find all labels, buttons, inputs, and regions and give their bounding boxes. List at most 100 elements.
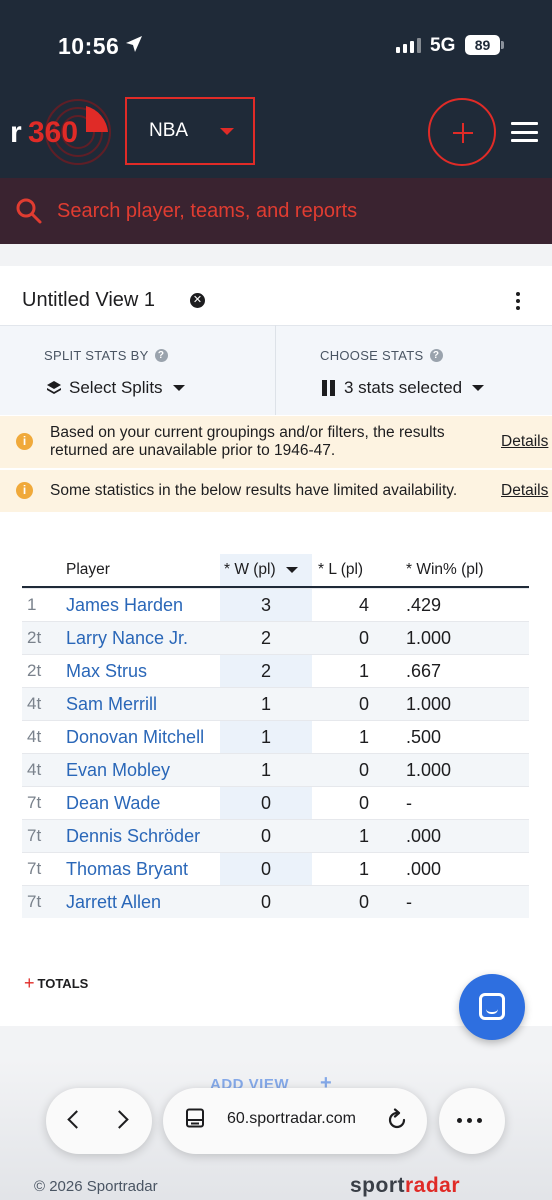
sort-desc-icon — [285, 567, 298, 573]
sportradar-logo: sportradar — [350, 1174, 461, 1197]
player-link[interactable]: Sam Merrill — [66, 688, 157, 720]
stats-controls — [0, 325, 552, 415]
help-icon[interactable]: ? — [429, 349, 443, 362]
columns-icon — [322, 380, 335, 396]
player-link[interactable]: Max Strus — [66, 655, 147, 687]
win-pct-cell: .000 — [406, 825, 442, 846]
wins-cell: 0 — [260, 792, 271, 813]
layers-icon — [47, 381, 61, 394]
notice-text: Some statistics in the below results hav… — [50, 482, 458, 499]
wins-cell: 0 — [260, 858, 271, 879]
win-pct-cell: - — [406, 792, 412, 813]
table-row: 7t Jarrett Allen 0 0 - — [22, 885, 529, 918]
player-link[interactable]: Evan Mobley — [66, 754, 170, 786]
back-icon[interactable] — [67, 1110, 86, 1129]
notice-text: Based on your current groupings and/or f… — [50, 424, 445, 459]
losses-cell: 0 — [358, 693, 369, 714]
forward-icon[interactable] — [110, 1110, 129, 1129]
league-dropdown[interactable]: NBA — [125, 97, 255, 165]
table-row: 2t Larry Nance Jr. 2 0 1.000 — [22, 621, 529, 654]
wins-cell: 2 — [260, 660, 271, 681]
more-button[interactable] — [439, 1088, 505, 1154]
wins-cell: 1 — [260, 759, 271, 780]
header-losses[interactable]: * L (pl) — [312, 554, 416, 586]
r360-logo[interactable]: r 360 — [8, 96, 118, 168]
player-link[interactable]: Thomas Bryant — [66, 853, 188, 885]
header-win-pct[interactable]: * Win% (pl) — [406, 554, 484, 586]
footer-copyright: © 2026 Sportradar — [34, 1178, 158, 1195]
rank-cell: 4t — [27, 694, 42, 713]
chevron-down-icon — [220, 127, 235, 135]
help-icon[interactable]: ? — [154, 349, 168, 362]
more-icon — [457, 1118, 482, 1123]
rank-cell: 2t — [27, 661, 42, 680]
win-pct-cell: .667 — [406, 660, 442, 681]
player-link[interactable]: Dean Wade — [66, 787, 160, 819]
header-player[interactable]: Player — [66, 554, 110, 586]
losses-cell: 1 — [358, 660, 369, 681]
wins-cell: 3 — [260, 594, 271, 615]
header-wins[interactable]: * W (pl) — [220, 554, 312, 586]
address-bar[interactable]: 60.sportradar.com — [163, 1088, 427, 1154]
page-gap — [0, 244, 552, 266]
table-header: Player * W (pl) * L (pl) * Win% (pl) — [22, 554, 529, 588]
select-splits-dropdown[interactable]: Select Splits — [46, 378, 185, 398]
reload-icon[interactable] — [385, 1108, 409, 1132]
chat-button[interactable] — [459, 974, 525, 1040]
wins-cell: 2 — [260, 627, 271, 648]
losses-cell: 0 — [358, 627, 369, 648]
search-icon — [16, 198, 42, 224]
status-time: 10:56 — [58, 33, 120, 59]
losses-cell: 0 — [358, 891, 369, 912]
win-pct-cell: .000 — [406, 858, 442, 879]
status-bar: 10:56 5G 89 — [0, 0, 552, 90]
table-row: 4t Donovan Mitchell 1 1 .500 — [22, 720, 529, 753]
league-label: NBA — [149, 120, 189, 141]
svg-text:360: 360 — [28, 116, 78, 149]
hamburger-menu-icon[interactable] — [511, 122, 538, 142]
url-text: 60.sportradar.com — [227, 1110, 356, 1127]
chevron-down-icon — [172, 385, 185, 391]
kebab-icon[interactable] — [516, 292, 520, 310]
losses-cell: 0 — [358, 759, 369, 780]
details-link[interactable]: Details — [501, 433, 548, 451]
player-link[interactable]: Larry Nance Jr. — [66, 622, 188, 654]
table-row: 1 James Harden 3 4 .429 — [22, 588, 529, 621]
controls-divider — [275, 325, 276, 415]
battery-tip — [501, 41, 504, 49]
player-link[interactable]: Jarrett Allen — [66, 886, 161, 918]
losses-cell: 4 — [358, 594, 369, 615]
battery-icon: 89 — [465, 35, 500, 55]
player-link[interactable]: Donovan Mitchell — [66, 721, 204, 753]
details-link[interactable]: Details — [501, 482, 548, 500]
stats-table: Player * W (pl) * L (pl) * Win% (pl) 1 Ja… — [22, 554, 529, 918]
totals-toggle[interactable]: + TOTALS — [24, 973, 88, 994]
choose-stats-label: CHOOSE STATS? — [320, 348, 443, 363]
rank-cell: 4t — [27, 727, 42, 746]
rank-cell: 7t — [27, 793, 42, 812]
search-input[interactable]: Search player, teams, and reports — [57, 200, 357, 223]
win-pct-cell: 1.000 — [406, 693, 452, 714]
player-link[interactable]: Dennis Schröder — [66, 820, 200, 852]
wins-cell: 0 — [260, 891, 271, 912]
player-link[interactable]: James Harden — [66, 589, 183, 621]
rank-cell: 4t — [27, 760, 42, 779]
browser-nav — [46, 1088, 152, 1154]
wins-cell: 0 — [260, 825, 271, 846]
losses-cell: 1 — [358, 858, 369, 879]
win-pct-cell: 1.000 — [406, 627, 452, 648]
info-icon: i — [16, 482, 33, 499]
totals-label: TOTALS — [37, 976, 89, 991]
select-splits-label: Select Splits — [69, 378, 163, 397]
reader-icon[interactable] — [185, 1108, 205, 1128]
rank-cell: 7t — [27, 859, 42, 878]
search-bar[interactable]: Search player, teams, and reports — [0, 178, 552, 244]
view-title[interactable]: Untitled View 1 — [22, 289, 155, 312]
info-icon: i — [16, 433, 33, 450]
losses-cell: 1 — [358, 825, 369, 846]
choose-stats-dropdown[interactable]: 3 stats selected — [322, 378, 485, 398]
losses-cell: 1 — [358, 726, 369, 747]
close-icon[interactable]: ✕ — [190, 293, 205, 308]
table-row: 2t Max Strus 2 1 .667 — [22, 654, 529, 687]
add-button[interactable] — [428, 98, 496, 166]
